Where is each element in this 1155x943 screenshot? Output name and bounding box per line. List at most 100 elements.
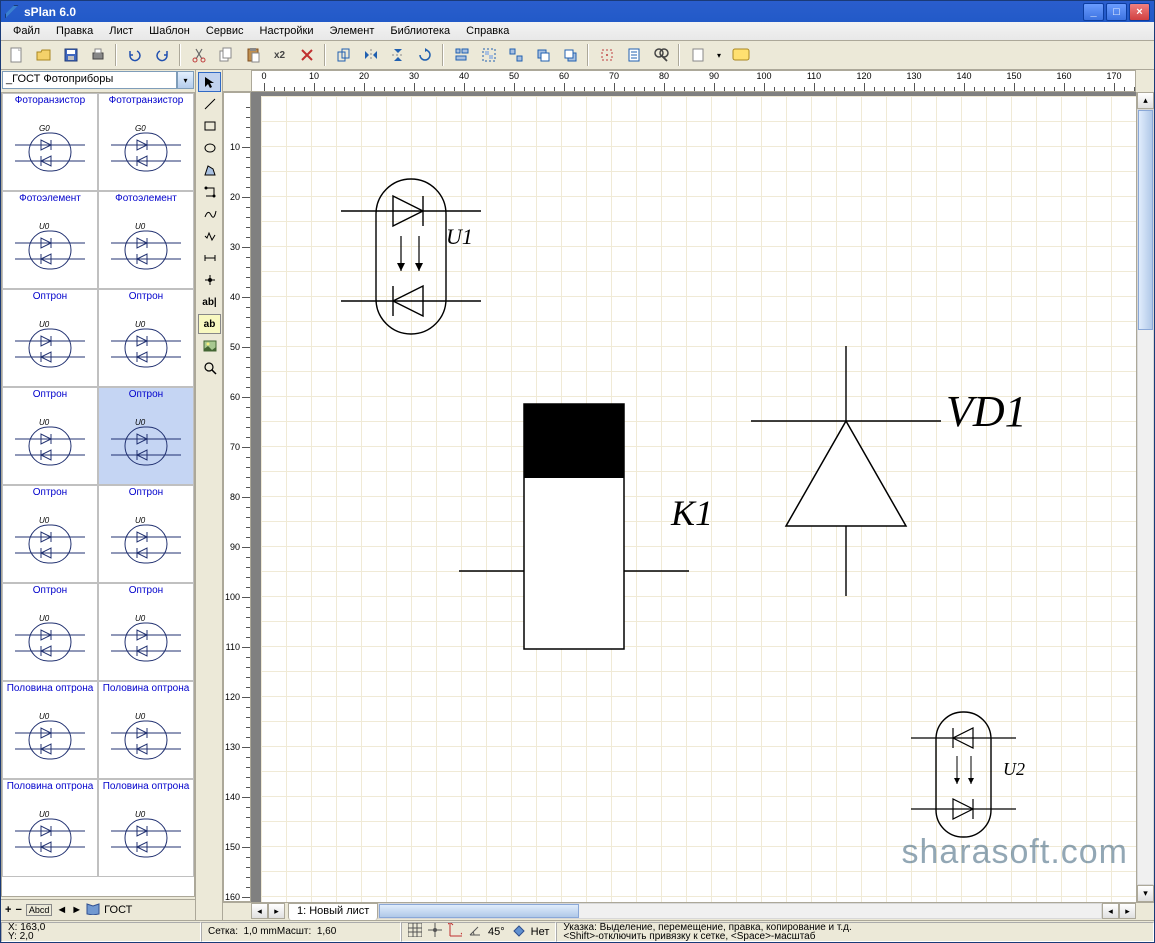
find-icon[interactable] xyxy=(649,44,672,67)
horizontal-ruler[interactable]: 0102030405060708090100110120130140150160… xyxy=(251,70,1136,92)
sheet-tab[interactable]: 1: Новый лист xyxy=(288,903,378,920)
angle-icon[interactable] xyxy=(468,923,482,940)
library-item[interactable]: Оптрон U0 xyxy=(98,485,194,583)
to-back-icon[interactable] xyxy=(558,44,581,67)
library-item[interactable]: Половина оптрона U0 xyxy=(98,681,194,779)
page-icon[interactable] xyxy=(686,44,709,67)
menu-element[interactable]: Элемент xyxy=(321,23,382,39)
group-icon[interactable] xyxy=(477,44,500,67)
cut-icon[interactable] xyxy=(187,44,210,67)
tab-prev-icon[interactable]: ◂ xyxy=(251,903,268,919)
library-item[interactable]: Фотоэлемент U0 xyxy=(2,191,98,289)
redo-icon[interactable] xyxy=(150,44,173,67)
label-mode-icon[interactable]: Abcd xyxy=(26,904,53,916)
menu-library[interactable]: Библиотека xyxy=(382,23,458,39)
vertical-scrollbar[interactable]: ▴ ▾ xyxy=(1136,92,1154,902)
delete-icon[interactable] xyxy=(295,44,318,67)
library-item[interactable]: Половина оптрона U0 xyxy=(2,681,98,779)
textbox-tool-icon[interactable]: ab xyxy=(198,314,221,334)
origin-icon[interactable] xyxy=(448,923,462,940)
zoom-tool-icon[interactable] xyxy=(198,358,221,378)
vertical-ruler[interactable]: 102030405060708090100110120130140150160 xyxy=(223,92,251,902)
canvas[interactable]: U1 K1 VD1 xyxy=(251,92,1136,902)
maximize-button[interactable]: □ xyxy=(1106,3,1127,21)
snap-toggle-icon[interactable] xyxy=(428,923,442,940)
library-item[interactable]: Фоторанзистор G0 xyxy=(2,93,98,191)
label-vd1[interactable]: VD1 xyxy=(946,386,1027,437)
library-item[interactable]: Оптрон U0 xyxy=(98,387,194,485)
nav-left-icon[interactable]: ◄ xyxy=(56,904,67,916)
component-u1[interactable] xyxy=(341,171,511,346)
library-item[interactable]: Оптрон U0 xyxy=(98,289,194,387)
page[interactable]: U1 K1 VD1 xyxy=(261,96,1136,902)
nav-right-icon[interactable]: ► xyxy=(71,904,82,916)
new-icon[interactable] xyxy=(5,44,28,67)
scroll-thumb-h[interactable] xyxy=(379,904,579,918)
print-icon[interactable] xyxy=(86,44,109,67)
list-icon[interactable] xyxy=(622,44,645,67)
library-item[interactable]: Оптрон U0 xyxy=(2,387,98,485)
dropdown-arrow-icon[interactable]: ▾ xyxy=(713,44,725,67)
library-dropdown-icon[interactable]: ▾ xyxy=(177,71,194,89)
scroll-up-icon[interactable]: ▴ xyxy=(1137,92,1154,109)
library-item[interactable]: Фототранзистор G0 xyxy=(98,93,194,191)
special-tool-icon[interactable] xyxy=(198,182,221,202)
mirror-v-icon[interactable] xyxy=(386,44,409,67)
menu-template[interactable]: Шаблон xyxy=(141,23,198,39)
open-icon[interactable] xyxy=(32,44,55,67)
label-k1[interactable]: K1 xyxy=(671,492,713,534)
menu-sheet[interactable]: Лист xyxy=(101,23,141,39)
component-k1[interactable] xyxy=(459,396,699,656)
library-item[interactable]: Оптрон U0 xyxy=(2,289,98,387)
component-vd1[interactable] xyxy=(751,346,941,606)
undo-icon[interactable] xyxy=(123,44,146,67)
library-item[interactable]: Фотоэлемент U0 xyxy=(98,191,194,289)
ungroup-icon[interactable] xyxy=(504,44,527,67)
minimize-button[interactable]: _ xyxy=(1083,3,1104,21)
library-item[interactable]: Оптрон U0 xyxy=(98,583,194,681)
align-icon[interactable] xyxy=(450,44,473,67)
scroll-down-icon[interactable]: ▾ xyxy=(1137,885,1154,902)
image-tool-icon[interactable] xyxy=(198,336,221,356)
line-tool-icon[interactable] xyxy=(198,94,221,114)
paste-icon[interactable] xyxy=(241,44,264,67)
library-select[interactable]: _ГОСТ Фотоприборы xyxy=(2,71,177,89)
copy-icon[interactable] xyxy=(214,44,237,67)
grid-toggle-icon[interactable] xyxy=(408,923,422,940)
poly-tool-icon[interactable] xyxy=(198,160,221,180)
save-icon[interactable] xyxy=(59,44,82,67)
pointer-tool-icon[interactable] xyxy=(198,72,221,92)
copies-icon[interactable]: x2 xyxy=(268,44,291,67)
rotate-icon[interactable] xyxy=(413,44,436,67)
mirror-h-icon[interactable] xyxy=(359,44,382,67)
scroll-left-icon[interactable]: ◂ xyxy=(1102,903,1119,919)
close-button[interactable]: × xyxy=(1129,3,1150,21)
menu-settings[interactable]: Настройки xyxy=(252,23,322,39)
snap-icon[interactable] xyxy=(595,44,618,67)
add-icon[interactable]: + xyxy=(5,904,11,916)
library-item[interactable]: Оптрон U0 xyxy=(2,583,98,681)
menu-service[interactable]: Сервис xyxy=(198,23,252,39)
node-tool-icon[interactable] xyxy=(198,270,221,290)
menu-help[interactable]: Справка xyxy=(458,23,517,39)
library-item[interactable]: Половина оптрона U0 xyxy=(2,779,98,877)
screen-icon[interactable] xyxy=(729,44,752,67)
menu-file[interactable]: Файл xyxy=(5,23,48,39)
scroll-right-icon[interactable]: ▸ xyxy=(1119,903,1136,919)
scroll-thumb-v[interactable] xyxy=(1138,110,1153,330)
label-u2[interactable]: U2 xyxy=(1003,759,1025,780)
freehand-tool-icon[interactable] xyxy=(198,226,221,246)
rect-tool-icon[interactable] xyxy=(198,116,221,136)
library-item[interactable]: Половина оптрона U0 xyxy=(98,779,194,877)
remove-icon[interactable]: − xyxy=(15,904,21,916)
text-tool-icon[interactable]: ab| xyxy=(198,292,221,312)
menu-edit[interactable]: Правка xyxy=(48,23,101,39)
horizontal-scrollbar[interactable]: ◂ ▸ 1: Новый лист ◂ ▸ xyxy=(223,902,1154,920)
circle-tool-icon[interactable] xyxy=(198,138,221,158)
duplicate-icon[interactable] xyxy=(332,44,355,67)
fill-icon[interactable] xyxy=(511,923,525,940)
label-u1[interactable]: U1 xyxy=(446,224,473,250)
library-item[interactable]: Оптрон U0 xyxy=(2,485,98,583)
tab-next-icon[interactable]: ▸ xyxy=(268,903,285,919)
to-front-icon[interactable] xyxy=(531,44,554,67)
